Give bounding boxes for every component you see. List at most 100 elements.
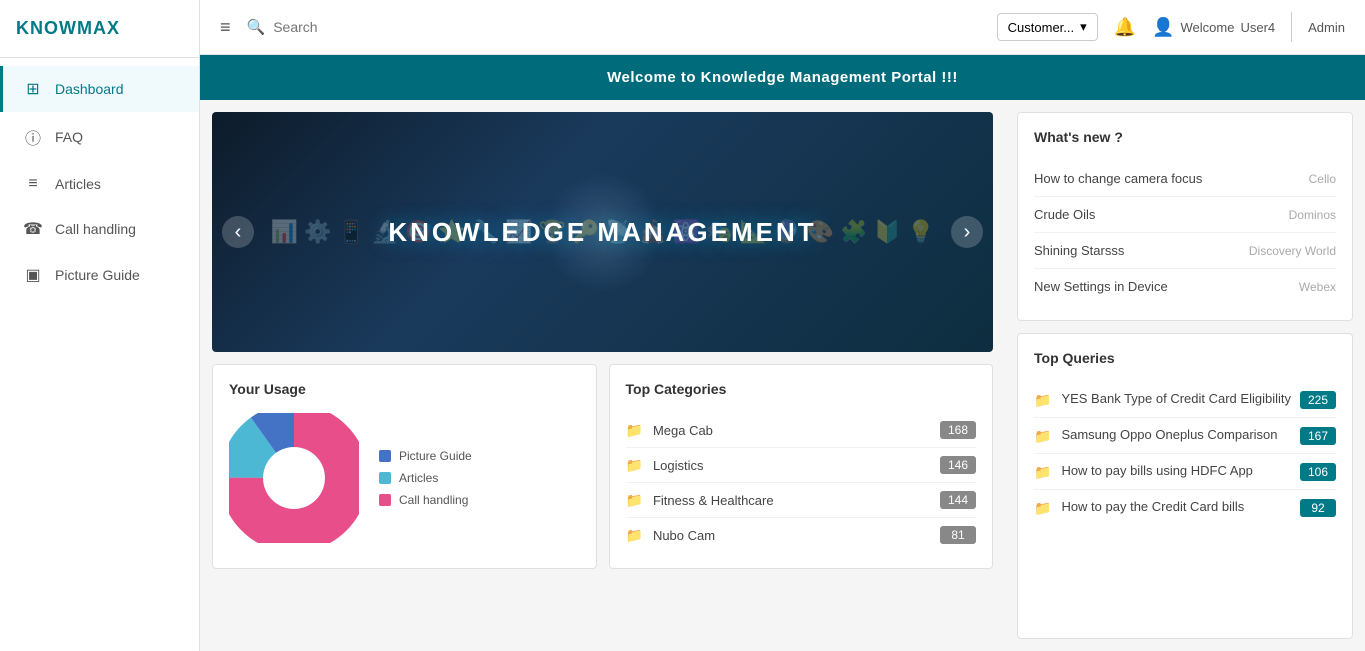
bottom-row: Your Usage (212, 364, 993, 569)
query-item-1[interactable]: 📁 YES Bank Type of Credit Card Eligibili… (1034, 382, 1336, 418)
category-count: 146 (940, 456, 976, 474)
legend-call-handling-label: Call handling (399, 493, 468, 507)
your-usage-title: Your Usage (229, 381, 580, 397)
sidebar-nav: ⊞ Dashboard ⓘ FAQ ≡ Articles ☎ Call hand… (0, 66, 199, 298)
category-count: 144 (940, 491, 976, 509)
query-item-3[interactable]: 📁 How to pay bills using HDFC App 106 (1034, 454, 1336, 490)
whats-new-item-tag: Webex (1299, 280, 1336, 294)
category-item-mega-cab[interactable]: 📁 Mega Cab 168 (626, 413, 977, 448)
legend-articles-label: Articles (399, 471, 438, 485)
search-bar: 🔍 (247, 18, 981, 36)
notification-bell-icon[interactable]: 🔔 (1114, 17, 1136, 38)
folder-icon: 📁 (1034, 428, 1051, 445)
whats-new-item-tag: Discovery World (1249, 244, 1336, 258)
query-text: YES Bank Type of Credit Card Eligibility (1061, 390, 1291, 408)
customer-dropdown[interactable]: Customer... ▾ (997, 13, 1098, 41)
folder-icon: 📁 (1034, 500, 1051, 517)
hero-section: 📊 ⚙️ 📱 🔬 🎯 ⭐ 🔧 📈 🏆 🔑 📡 🎪 ⚛️ 🎭 📐 🔮 🎨 🧩 🔰 … (200, 100, 1005, 651)
whats-new-item-title: New Settings in Device (1034, 279, 1168, 294)
legend-call-handling: Call handling (379, 493, 472, 507)
whats-new-item-tag: Cello (1309, 172, 1336, 186)
user-profile: 👤 Welcome User4 (1152, 17, 1275, 38)
topbar-right: Customer... ▾ 🔔 👤 Welcome User4 Admin (997, 12, 1345, 42)
call-handling-dot (379, 494, 391, 506)
sidebar-item-picture-guide[interactable]: ▣ Picture Guide (0, 252, 199, 298)
sidebar-item-label: Dashboard (55, 81, 124, 97)
banner-text: Welcome to Knowledge Management Portal !… (607, 69, 958, 86)
whats-new-list: How to change camera focus Cello Crude O… (1034, 161, 1336, 304)
whats-new-title: What's new ? (1034, 129, 1336, 145)
sidebar-item-articles[interactable]: ≡ Articles (0, 162, 199, 206)
sidebar-item-faq[interactable]: ⓘ FAQ (0, 112, 199, 162)
query-count: 106 (1300, 463, 1336, 481)
logo-text: KNOWMAX (16, 18, 120, 38)
usage-legend: Picture Guide Articles Call handling (379, 449, 472, 507)
sidebar-item-label: Picture Guide (55, 267, 140, 283)
query-text: How to pay bills using HDFC App (1061, 462, 1252, 480)
whats-new-item-title: How to change camera focus (1034, 171, 1202, 186)
legend-picture-guide: Picture Guide (379, 449, 472, 463)
category-item-logistics[interactable]: 📁 Logistics 146 (626, 448, 977, 483)
folder-icon: 📁 (1034, 464, 1051, 481)
phone-icon: ☎ (23, 219, 43, 239)
sidebar-item-label: Call handling (55, 221, 136, 237)
legend-articles: Articles (379, 471, 472, 485)
category-item-nubo-cam[interactable]: 📁 Nubo Cam 81 (626, 518, 977, 552)
legend-picture-guide-label: Picture Guide (399, 449, 472, 463)
folder-icon: 📁 (626, 422, 643, 439)
category-count: 168 (940, 421, 976, 439)
query-count: 167 (1300, 427, 1336, 445)
welcome-banner: Welcome to Knowledge Management Portal !… (200, 55, 1365, 100)
query-item-2[interactable]: 📁 Samsung Oppo Oneplus Comparison 167 (1034, 418, 1336, 454)
articles-dot (379, 472, 391, 484)
whats-new-item-1[interactable]: How to change camera focus Cello (1034, 161, 1336, 197)
articles-icon: ≡ (23, 175, 43, 193)
categories-list: 📁 Mega Cab 168 📁 Logistics 146 (626, 413, 977, 552)
top-queries-list: 📁 YES Bank Type of Credit Card Eligibili… (1034, 382, 1336, 525)
top-queries-title: Top Queries (1034, 350, 1336, 366)
whats-new-item-tag: Dominos (1289, 208, 1336, 222)
query-item-4[interactable]: 📁 How to pay the Credit Card bills 92 (1034, 490, 1336, 525)
top-categories-title: Top Categories (626, 381, 977, 397)
sidebar-item-dashboard[interactable]: ⊞ Dashboard (0, 66, 199, 112)
your-usage-card: Your Usage (212, 364, 597, 569)
hero-banner: 📊 ⚙️ 📱 🔬 🎯 ⭐ 🔧 📈 🏆 🔑 📡 🎪 ⚛️ 🎭 📐 🔮 🎨 🧩 🔰 … (212, 112, 993, 352)
whats-new-item-4[interactable]: New Settings in Device Webex (1034, 269, 1336, 304)
customer-select-label: Customer... (1008, 20, 1074, 35)
category-name: Logistics (653, 458, 704, 473)
user-avatar-icon: 👤 (1152, 17, 1174, 38)
hero-prev-button[interactable]: ‹ (222, 216, 254, 248)
picture-guide-icon: ▣ (23, 265, 43, 285)
folder-icon: 📁 (626, 527, 643, 544)
whats-new-card: What's new ? How to change camera focus … (1017, 112, 1353, 321)
top-categories-card: Top Categories 📁 Mega Cab 168 📁 (609, 364, 994, 569)
dashboard-icon: ⊞ (23, 79, 43, 99)
picture-guide-dot (379, 450, 391, 462)
search-icon: 🔍 (247, 18, 266, 36)
category-name: Fitness & Healthcare (653, 493, 774, 508)
usage-content: Picture Guide Articles Call handling (229, 413, 580, 543)
topbar: ≡ 🔍 Customer... ▾ 🔔 👤 Welcome User4 Admi… (200, 0, 1365, 55)
query-text: How to pay the Credit Card bills (1061, 498, 1244, 516)
usage-pie-chart (229, 413, 359, 543)
hero-next-button[interactable]: › (951, 216, 983, 248)
right-panel: What's new ? How to change camera focus … (1005, 100, 1365, 651)
logo: KNOWMAX (0, 0, 199, 58)
divider (1291, 12, 1292, 42)
query-text: Samsung Oppo Oneplus Comparison (1061, 426, 1277, 444)
hero-title: KNOWLEDGE MANAGEMENT (388, 217, 816, 248)
whats-new-item-2[interactable]: Crude Oils Dominos (1034, 197, 1336, 233)
search-input[interactable] (273, 19, 473, 35)
whats-new-item-title: Crude Oils (1034, 207, 1095, 222)
sidebar-item-call-handling[interactable]: ☎ Call handling (0, 206, 199, 252)
category-name: Mega Cab (653, 423, 713, 438)
welcome-text: Welcome (1181, 20, 1235, 35)
category-item-fitness[interactable]: 📁 Fitness & Healthcare 144 (626, 483, 977, 518)
admin-label: Admin (1308, 20, 1345, 35)
whats-new-item-3[interactable]: Shining Starsss Discovery World (1034, 233, 1336, 269)
username: User4 (1240, 20, 1275, 35)
whats-new-item-title: Shining Starsss (1034, 243, 1124, 258)
query-count: 225 (1300, 391, 1336, 409)
chevron-down-icon: ▾ (1080, 19, 1087, 35)
menu-icon[interactable]: ≡ (220, 17, 231, 38)
